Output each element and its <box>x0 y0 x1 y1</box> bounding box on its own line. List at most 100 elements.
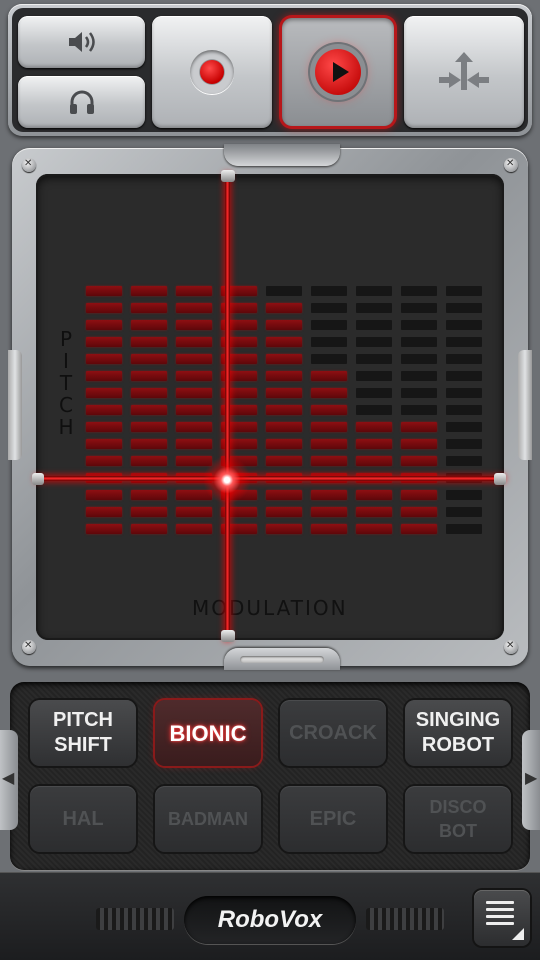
eq-cell-lit <box>401 490 437 500</box>
eq-cell-lit <box>266 490 302 500</box>
speaker-output-button[interactable] <box>18 16 145 68</box>
pitch-crosshair-line[interactable] <box>36 476 504 481</box>
eq-cell <box>311 354 347 364</box>
eq-cell-lit <box>176 524 212 534</box>
screw-icon <box>504 158 518 172</box>
effect-epic[interactable]: EPIC <box>280 786 386 852</box>
eq-cell <box>446 337 482 347</box>
eq-cell-lit <box>266 388 302 398</box>
eq-cell-lit <box>86 405 122 415</box>
modulation-crosshair-line[interactable] <box>225 174 230 640</box>
xy-pitch-modulation-pad[interactable] <box>36 174 504 640</box>
play-icon <box>315 49 361 95</box>
eq-cell-lit <box>266 507 302 517</box>
eq-cell-lit <box>311 524 347 534</box>
eq-cell-lit <box>311 405 347 415</box>
pad-bottom-handle[interactable] <box>224 648 340 670</box>
effect-bionic[interactable]: BIONIC <box>155 700 261 766</box>
eq-cell-lit <box>176 439 212 449</box>
eq-cell-lit <box>356 507 392 517</box>
move-arrows-icon <box>439 52 489 90</box>
eq-cell-lit <box>176 422 212 432</box>
eq-cell-lit <box>131 490 167 500</box>
eq-cell-lit <box>131 286 167 296</box>
eq-cell-lit <box>86 439 122 449</box>
eq-cell-lit <box>356 456 392 466</box>
eq-cell-lit <box>131 371 167 381</box>
eq-cell-lit <box>86 320 122 330</box>
eq-cell <box>401 388 437 398</box>
eq-cell-lit <box>401 456 437 466</box>
eq-cell-lit <box>176 320 212 330</box>
effect-hal[interactable]: HAL <box>30 786 136 852</box>
effect-singing-robot[interactable]: SINGING ROBOT <box>405 700 511 766</box>
eq-cell-lit <box>356 422 392 432</box>
effect-badman[interactable]: BADMAN <box>155 786 261 852</box>
eq-cell <box>446 371 482 381</box>
screw-icon <box>22 158 36 172</box>
eq-cell <box>401 354 437 364</box>
eq-cell <box>446 354 482 364</box>
previous-page-arrow[interactable]: ◀ <box>0 730 18 830</box>
eq-cell-lit <box>311 507 347 517</box>
eq-cell-lit <box>86 507 122 517</box>
eq-cell-lit <box>131 337 167 347</box>
eq-cell <box>446 303 482 313</box>
effect-croack[interactable]: CROACK <box>280 700 386 766</box>
eq-cell <box>446 439 482 449</box>
eq-cell-lit <box>86 354 122 364</box>
eq-cell-lit <box>131 456 167 466</box>
eq-cell-lit <box>86 337 122 347</box>
crosshair-flare <box>203 456 251 504</box>
eq-cell-lit <box>176 303 212 313</box>
eq-cell-lit <box>176 354 212 364</box>
eq-cell <box>356 371 392 381</box>
eq-cell <box>311 286 347 296</box>
eq-cell-lit <box>266 422 302 432</box>
share-move-button[interactable] <box>404 16 524 128</box>
crosshair-top-cap <box>221 170 235 182</box>
eq-cell-lit <box>131 388 167 398</box>
eq-cell-lit <box>86 422 122 432</box>
menu-button[interactable] <box>474 890 530 946</box>
headphones-output-button[interactable] <box>18 76 145 128</box>
eq-cell-lit <box>176 456 212 466</box>
eq-cell-lit <box>311 456 347 466</box>
eq-cell <box>446 388 482 398</box>
eq-cell <box>356 303 392 313</box>
eq-cell <box>401 371 437 381</box>
eq-cell <box>446 507 482 517</box>
left-side-notch <box>8 350 22 460</box>
eq-cell-lit <box>311 388 347 398</box>
eq-cell-lit <box>131 405 167 415</box>
record-button[interactable] <box>152 16 272 128</box>
eq-cell-lit <box>176 405 212 415</box>
eq-cell-lit <box>86 388 122 398</box>
speaker-icon <box>68 32 95 52</box>
eq-cell-lit <box>266 320 302 330</box>
screw-icon <box>22 640 36 654</box>
eq-cell <box>356 354 392 364</box>
eq-cell-lit <box>311 490 347 500</box>
eq-cell-lit <box>266 371 302 381</box>
eq-cell-lit <box>266 456 302 466</box>
app-logo: RoboVox <box>184 896 356 944</box>
next-page-arrow[interactable]: ▶ <box>522 730 540 830</box>
effect-disco-bot[interactable]: DISCO BOT <box>405 786 511 852</box>
eq-cell-lit <box>86 286 122 296</box>
eq-cell-lit <box>266 405 302 415</box>
eq-cell <box>401 337 437 347</box>
modulation-axis-label: MODULATION <box>192 596 348 620</box>
eq-cell <box>446 286 482 296</box>
eq-cell-lit <box>401 439 437 449</box>
eq-cell-lit <box>86 303 122 313</box>
play-button[interactable] <box>282 18 394 126</box>
eq-cell-lit <box>131 303 167 313</box>
pitch-axis-label: PITCH <box>58 327 74 439</box>
eq-cell-lit <box>311 439 347 449</box>
eq-cell-lit <box>176 388 212 398</box>
eq-cell <box>446 405 482 415</box>
eq-cell-lit <box>401 507 437 517</box>
effect-pitch-shift[interactable]: PITCH SHIFT <box>30 700 136 766</box>
crosshair-right-cap <box>494 473 506 485</box>
